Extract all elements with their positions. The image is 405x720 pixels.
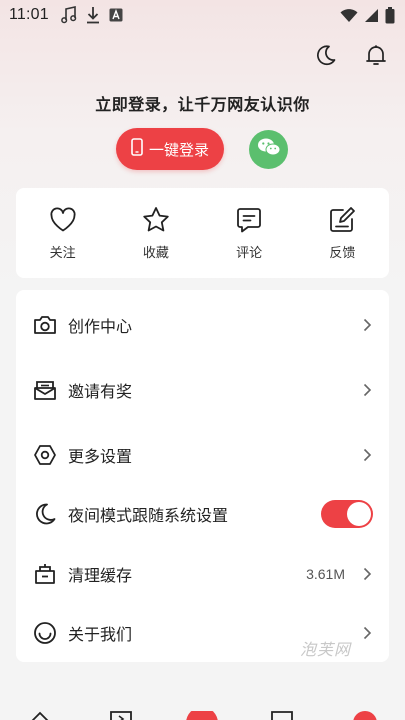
envelope-icon [33,378,57,402]
battery-icon [385,6,395,24]
video-icon[interactable] [110,710,132,720]
menu-item-creator-center[interactable]: 创作中心 [16,300,389,350]
quick-action-feedback[interactable]: 反馈 [307,206,377,261]
wifi-icon [340,8,358,23]
toggle-knob [347,502,371,526]
moon-icon [33,502,57,526]
a-badge-icon [109,8,123,22]
quick-actions-card: 关注 收藏 评论 反馈 [16,188,389,278]
cell-signal-icon [364,8,379,23]
cache-size: 3.61M [306,566,345,582]
status-time: 11:01 [9,6,49,23]
profile-icon[interactable] [353,710,377,720]
message-icon[interactable] [271,710,293,720]
menu-item-night-mode-follow-system: 夜间模式跟随系统设置 [16,489,389,539]
bell-icon[interactable] [363,42,389,68]
phone-icon [131,138,143,160]
quick-action-label: 反馈 [329,244,356,260]
quick-action-favorites[interactable]: 收藏 [121,206,191,261]
chevron-right-icon [361,448,373,462]
quick-action-follow[interactable]: 关注 [28,206,98,261]
menu-item-label: 清理缓存 [68,568,133,585]
menu-item-invite-rewards[interactable]: 邀请有奖 [16,365,389,415]
wechat-login-button[interactable] [249,130,288,169]
login-button-label: 一键登录 [148,141,209,159]
cache-basket-icon [33,562,57,586]
chevron-right-icon [361,383,373,397]
menu-item-label: 更多设置 [68,449,133,466]
camera-icon [33,313,57,337]
menu-item-label: 创作中心 [68,319,133,336]
chevron-right-icon [361,626,373,640]
hexagon-settings-icon [33,443,57,467]
header-actions [313,42,389,68]
heart-icon [49,206,77,234]
chevron-right-icon [361,567,373,581]
quick-action-label: 收藏 [142,244,169,260]
chevron-right-icon [361,318,373,332]
login-prompt[interactable]: 立即登录，让千万网友认识你 [0,91,405,115]
quick-action-comments[interactable]: 评论 [214,206,284,261]
menu-item-label: 邀请有奖 [68,384,133,401]
menu-item-label: 夜间模式跟随系统设置 [68,508,229,525]
night-mode-toggle[interactable] [321,500,373,528]
home-icon[interactable] [28,710,52,720]
menu-item-label: 关于我们 [68,627,133,644]
status-bar: 11:01 [0,0,405,30]
one-click-login-button[interactable]: 一键登录 [116,128,224,170]
menu-item-more-settings[interactable]: 更多设置 [16,430,389,480]
quick-action-label: 关注 [49,244,76,260]
moon-icon[interactable] [313,42,339,68]
comment-icon [235,206,263,234]
smile-icon [33,621,57,645]
quick-action-label: 评论 [236,244,263,260]
music-note-icon [61,6,77,24]
star-icon [142,206,170,234]
download-icon [86,6,100,24]
settings-menu-card: 创作中心 邀请有奖 更多设置 夜间模式跟随系统设置 清理缓存 3.61M 关于我… [16,290,389,662]
wechat-icon [257,137,281,162]
bottom-navigation [0,700,405,720]
publish-icon[interactable] [186,707,218,720]
menu-item-clear-cache[interactable]: 清理缓存 3.61M [16,549,389,599]
feedback-icon [328,206,356,234]
watermark: 泡芙网 [300,642,352,659]
